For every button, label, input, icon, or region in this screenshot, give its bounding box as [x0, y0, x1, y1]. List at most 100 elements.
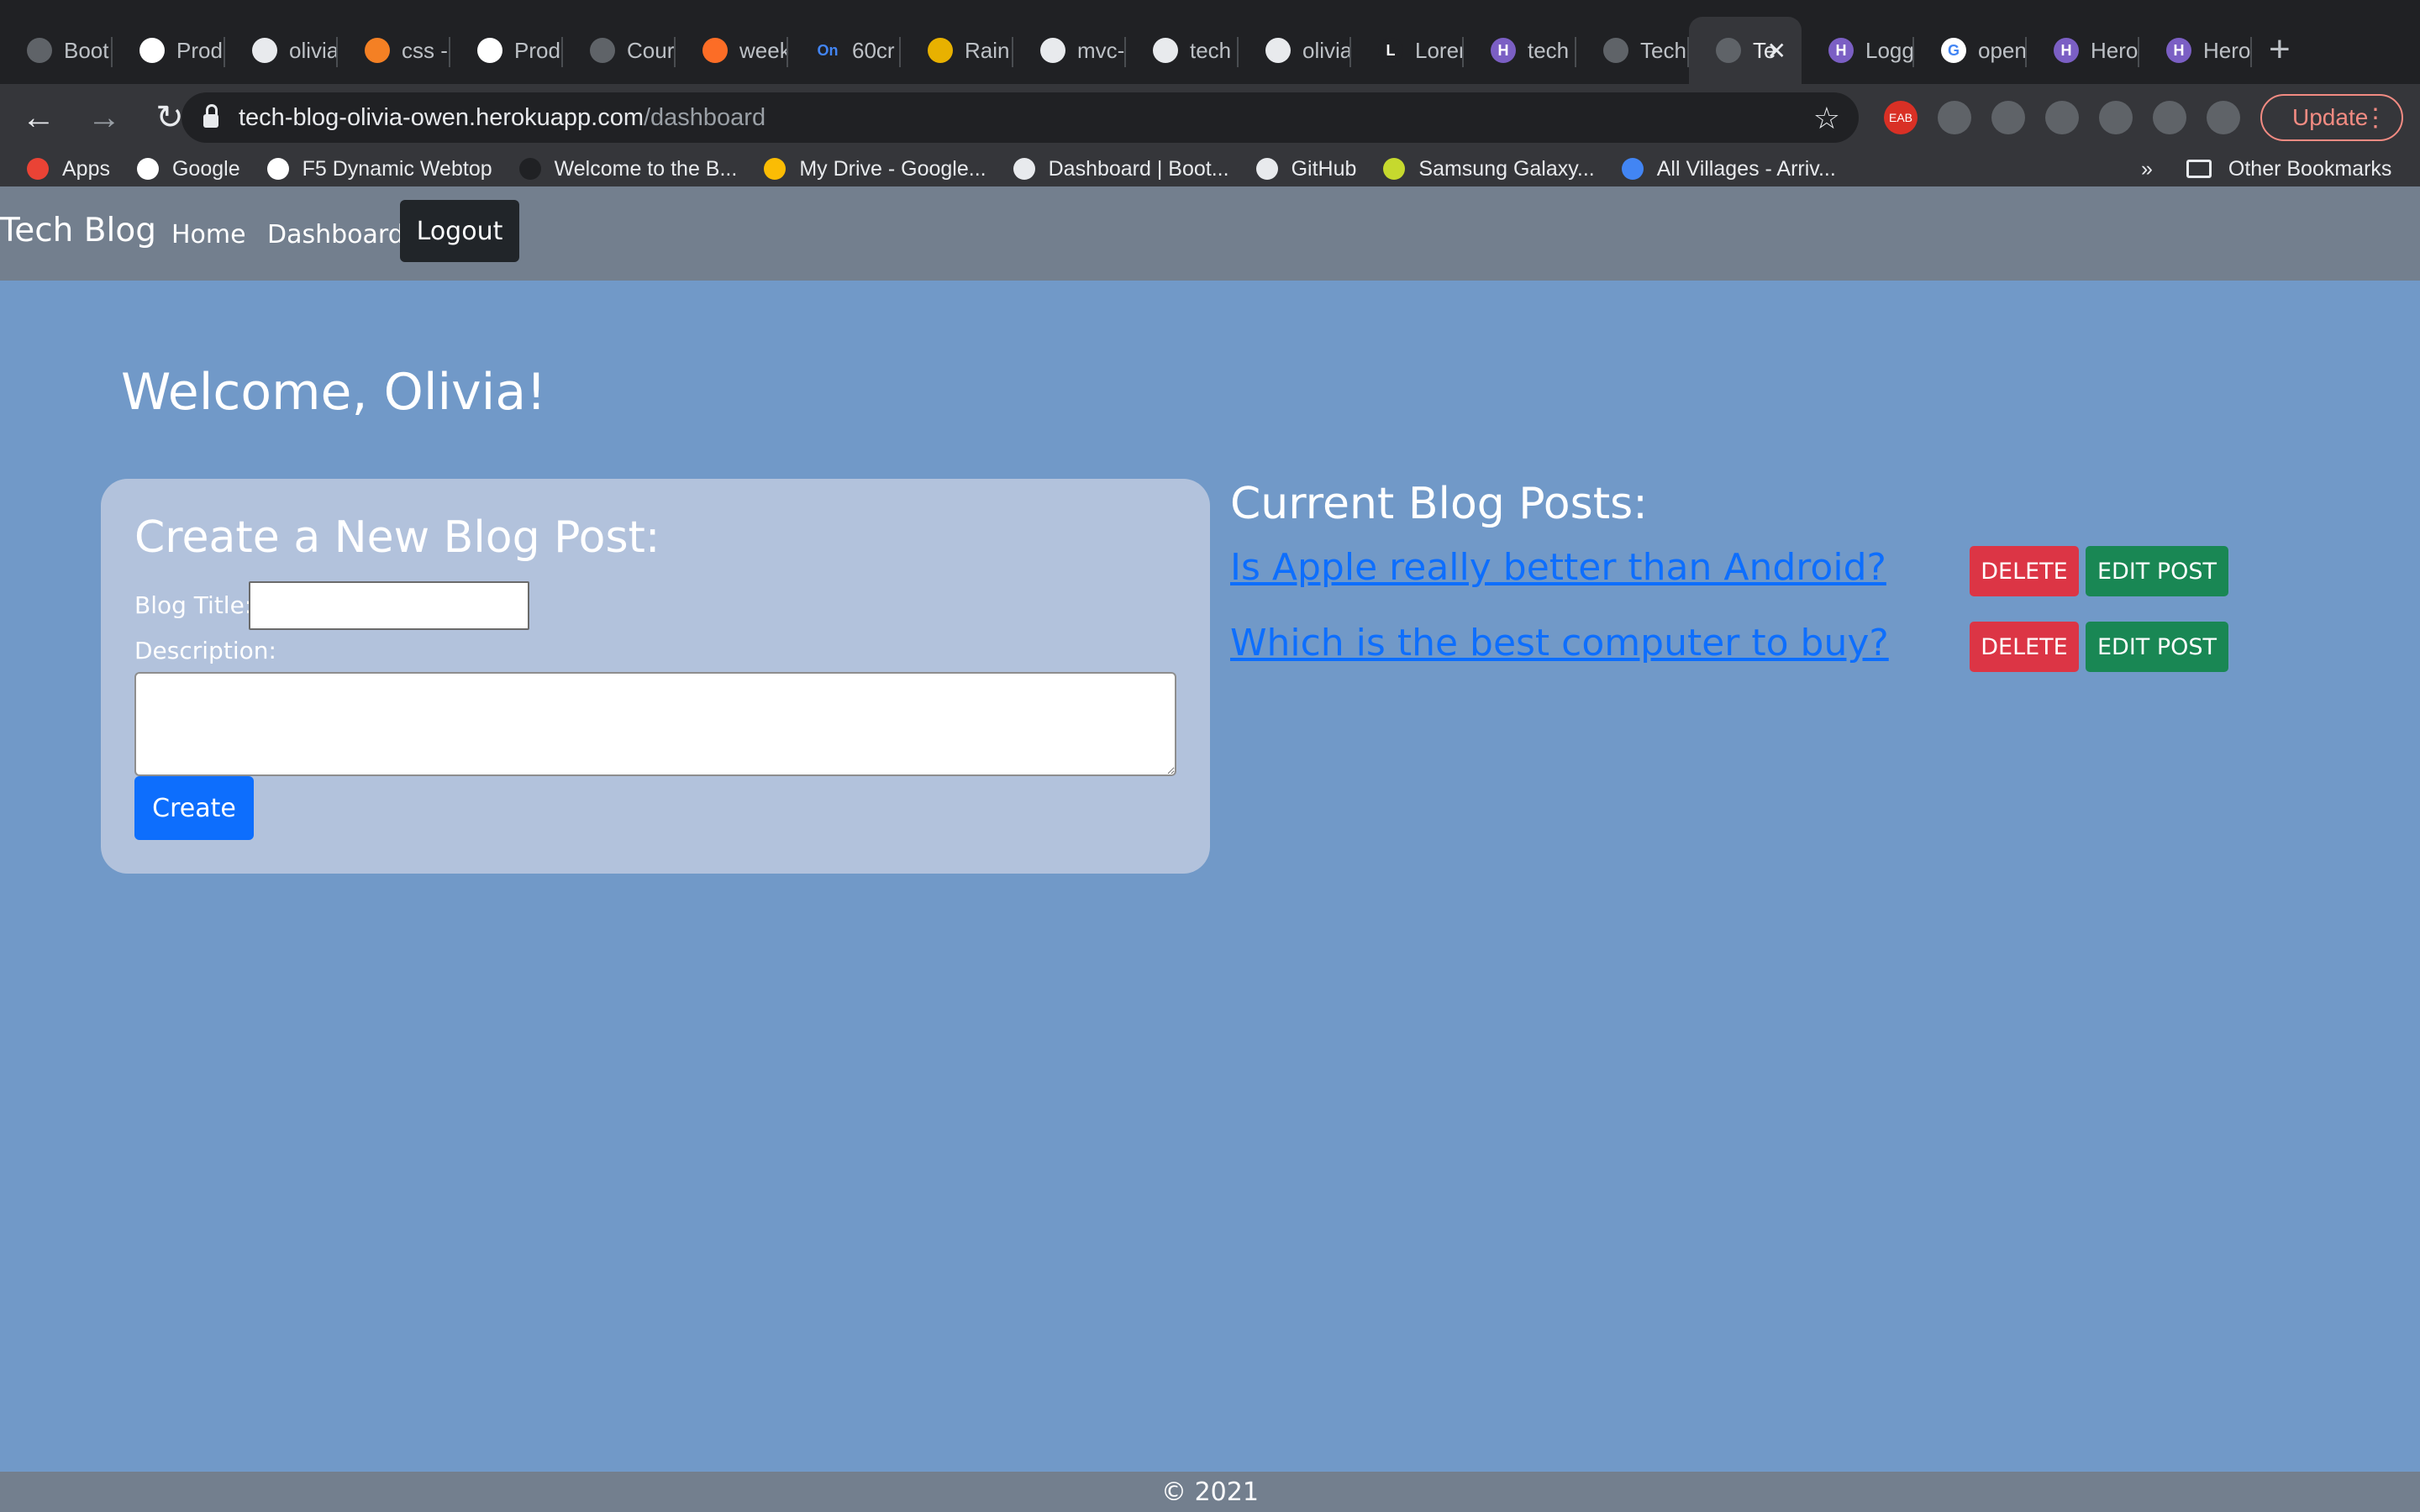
brand-link[interactable]: Tech Blog: [0, 212, 156, 249]
forward-icon[interactable]: →: [77, 99, 131, 137]
browser-tab[interactable]: Prod: [450, 17, 563, 84]
eab-extension-icon[interactable]: EAB: [1884, 101, 1918, 134]
browser-tabstrip: Boot Prod olivia css - Prod Cour week On 60cr Rai…: [0, 0, 2420, 84]
globe-icon: [27, 38, 52, 63]
drive-icon: [764, 158, 786, 180]
bookmark-star-icon[interactable]: ☆: [1813, 101, 1840, 136]
heroku-icon: H: [2166, 38, 2191, 63]
browser-tab[interactable]: Te ✕: [1689, 17, 1802, 84]
create-post-card: Create a New Blog Post: Blog Title: Desc…: [101, 479, 1210, 874]
bookmark-label: Dashboard | Boot...: [1048, 156, 1229, 181]
create-post-title: Create a New Blog Post:: [134, 512, 660, 563]
tab-title: open: [1978, 37, 2027, 63]
browser-tab[interactable]: mvc-: [1013, 17, 1126, 84]
google-icon: G: [1941, 38, 1966, 63]
stackoverflow-icon: [365, 38, 390, 63]
bookmark-item[interactable]: Google: [136, 157, 240, 181]
browser-tab[interactable]: olivia: [225, 17, 338, 84]
bookmark-item[interactable]: F5 Dynamic Webtop: [266, 157, 492, 181]
browser-tab[interactable]: week: [676, 17, 788, 84]
site-navbar: Tech Blog Home Dashboard Logout: [0, 186, 2420, 281]
logout-button[interactable]: Logout: [400, 200, 519, 262]
extensions-area: EAB: [1884, 101, 2240, 134]
browser-tab[interactable]: tech: [1126, 17, 1239, 84]
post-title-link[interactable]: Is Apple really better than Android?: [1230, 546, 1886, 589]
browser-tab[interactable]: Htech: [1464, 17, 1576, 84]
blog-title-input[interactable]: [249, 581, 529, 630]
browser-tab[interactable]: H Hero: [2139, 17, 2252, 84]
back-icon[interactable]: ←: [12, 99, 66, 137]
browser-tab[interactable]: Cour: [563, 17, 676, 84]
other-bookmarks[interactable]: Other Bookmarks: [2186, 157, 2391, 181]
bookmark-item[interactable]: Apps: [27, 157, 110, 181]
url-path: /dashboard: [643, 103, 766, 131]
globe-icon: [590, 38, 615, 63]
browser-tab[interactable]: Boot: [0, 17, 113, 84]
create-button[interactable]: Create: [134, 776, 254, 840]
address-bar[interactable]: tech-blog-olivia-owen.herokuapp.com/dash…: [182, 92, 1859, 143]
bookmark-item[interactable]: Samsung Galaxy...: [1383, 156, 1595, 181]
star-icon: [1621, 158, 1644, 180]
bookmark-item[interactable]: Welcome to the B...: [518, 156, 738, 181]
edit-post-button[interactable]: EDIT POST: [2086, 622, 2228, 672]
close-tab-icon[interactable]: ✕: [1767, 37, 1786, 65]
bookmark-item[interactable]: Dashboard | Boot...: [1013, 157, 1229, 181]
extension-icon[interactable]: [2099, 101, 2133, 134]
chat-extension-icon[interactable]: [1991, 101, 2025, 134]
tab-title: Prod: [514, 37, 560, 63]
more-bookmarks-icon[interactable]: »: [2141, 157, 2153, 181]
bookmark-label: Welcome to the B...: [554, 156, 738, 181]
bookmark-item[interactable]: All Villages - Arriv...: [1621, 157, 1836, 181]
tab-title: Tech: [1640, 37, 1686, 63]
lorem-icon: L: [1378, 38, 1403, 63]
bookmark-item[interactable]: GitHub: [1255, 156, 1357, 181]
delete-post-button[interactable]: DELETE: [1970, 622, 2079, 672]
puzzle-icon[interactable]: [2153, 101, 2186, 134]
tab-title: Rain: [965, 37, 1010, 63]
browser-tab[interactable]: H Hero: [2027, 17, 2139, 84]
extension-badge-icon[interactable]: [2045, 101, 2079, 134]
tab-title: Hero: [2203, 37, 2251, 63]
browser-tab[interactable]: L Lorem: [1351, 17, 1464, 84]
delete-post-button[interactable]: DELETE: [1970, 546, 2079, 596]
post-row: Which is the best computer to buy? DELET…: [1230, 622, 2230, 682]
browser-tab[interactable]: Prod: [113, 17, 225, 84]
browser-tab[interactable]: Tech: [1576, 17, 1689, 84]
tab-title: 60cr: [852, 37, 895, 63]
tab-title: tech: [1528, 37, 1570, 63]
bookmarks-right: » Other Bookmarks: [2141, 151, 2391, 186]
tab-title: css -: [402, 37, 448, 63]
gitlab-icon: [702, 38, 728, 63]
browser-tab[interactable]: H Logg: [1802, 17, 1914, 84]
bookmark-list: Apps Google F5 Dynamic Webtop Welcome to th…: [0, 157, 1836, 181]
post-title-link[interactable]: Which is the best computer to buy?: [1230, 622, 1889, 664]
lock-icon: [203, 104, 218, 128]
bookmark-label: Samsung Galaxy...: [1418, 156, 1595, 181]
description-label: Description:: [134, 637, 276, 664]
extension-icon[interactable]: [1938, 101, 1971, 134]
blog-title-label: Blog Title:: [134, 591, 253, 619]
browser-tab[interactable]: On 60cr: [788, 17, 901, 84]
browser-tab[interactable]: Rain: [901, 17, 1013, 84]
welcome-heading: Welcome, Olivia!: [121, 363, 547, 422]
nav-home-link[interactable]: Home: [171, 220, 246, 249]
browser-tab[interactable]: Gopen: [1914, 17, 2027, 84]
bookmark-item[interactable]: My Drive - Google...: [764, 157, 986, 181]
globe-icon: [1716, 38, 1741, 63]
bookmark-label: GitHub: [1291, 156, 1357, 181]
samsung-icon: [1383, 158, 1406, 180]
google-icon: [136, 158, 159, 180]
edit-post-button[interactable]: EDIT POST: [2086, 546, 2228, 596]
nav-dashboard-link[interactable]: Dashboard: [267, 220, 404, 249]
new-tab-icon[interactable]: +: [2269, 29, 2291, 71]
tab-list: Boot Prod olivia css - Prod Cour week On 60cr Rai…: [0, 0, 2252, 84]
browser-tab[interactable]: css -: [338, 17, 450, 84]
folder-icon: [2186, 160, 2212, 178]
browser-tab[interactable]: olivia: [1239, 17, 1351, 84]
description-textarea[interactable]: [134, 672, 1176, 776]
profile-avatar[interactable]: [2207, 101, 2240, 134]
browser-toolbar: ← → ↻ tech-blog-olivia-owen.herokuapp.co…: [0, 84, 2420, 151]
url-text[interactable]: tech-blog-olivia-owen.herokuapp.com/dash…: [239, 104, 765, 132]
update-button[interactable]: Update ⋮: [2260, 94, 2403, 141]
tab-title: week: [739, 37, 788, 63]
